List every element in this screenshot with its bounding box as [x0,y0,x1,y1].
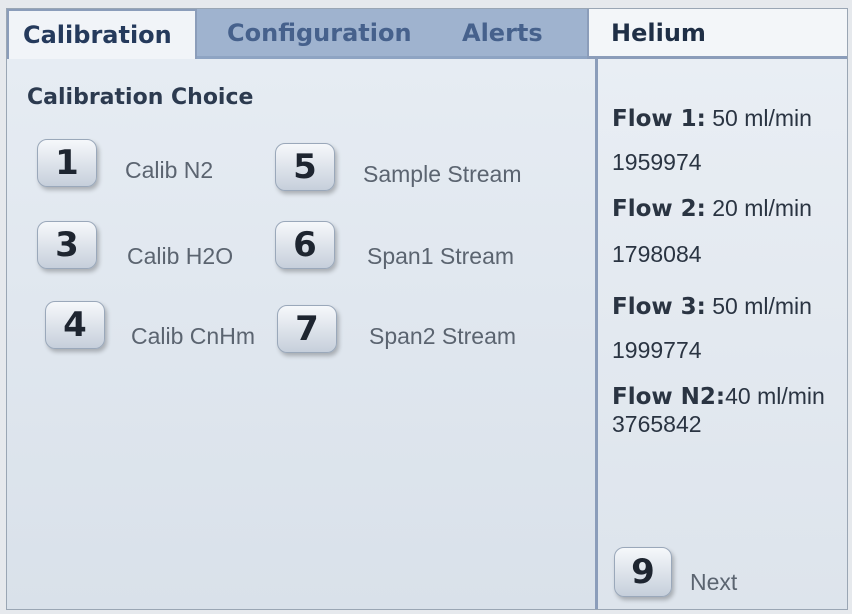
key-1-button[interactable]: 1 [37,139,97,187]
next-label: Next [690,569,738,595]
sample-stream-label: Sample Stream [363,161,522,187]
section-title: Calibration Choice [27,85,254,110]
calibration-choice-panel: Calibration Choice 1 Calib N2 3 Calib H2… [7,59,595,609]
tab-configuration[interactable]: Configuration [197,9,442,59]
calibration-screen: Calibration Configuration Alerts Helium … [6,8,848,610]
tab-alerts[interactable]: Alerts [442,9,587,59]
flow-3-name: Flow 3: [612,294,706,320]
carrier-gas-label: Helium [587,9,847,59]
span2-stream-label: Span2 Stream [369,323,517,349]
flow-n2-value: 3765842 [612,411,702,437]
key-6-button[interactable]: 6 [275,221,335,269]
flow-2-rate: 20 ml/min [705,195,812,221]
flow-1-name: Flow 1: [612,106,706,132]
flow-1-value: 1959974 [612,149,702,175]
flow-3-rate: 50 ml/min [705,293,812,319]
flow-1-heading: Flow 1: 50 ml/min [612,105,812,132]
tab-bar: Calibration Configuration Alerts Helium [7,9,847,59]
calib-h2o-label: Calib H2O [127,243,234,269]
flow-n2-heading: Flow N2:40 ml/min [612,383,825,410]
flow-2-value: 1798084 [612,241,702,267]
key-9-next-button[interactable]: 9 [614,547,672,597]
flow-1-rate: 50 ml/min [705,105,812,131]
flow-status-panel: Flow 1: 50 ml/min 1959974 Flow 2: 20 ml/… [595,59,847,609]
flow-n2-name: Flow N2: [612,384,726,410]
span1-stream-label: Span1 Stream [367,243,515,269]
tab-calibration[interactable]: Calibration [7,9,197,59]
key-4-button[interactable]: 4 [45,301,105,349]
flow-2-heading: Flow 2: 20 ml/min [612,195,812,222]
flow-n2-rate: 40 ml/min [725,383,825,409]
flow-3-value: 1999774 [612,337,702,363]
flow-2-name: Flow 2: [612,196,706,222]
key-7-button[interactable]: 7 [277,305,337,353]
calib-n2-label: Calib N2 [125,157,214,183]
calib-cnhm-label: Calib CnHm [131,323,255,349]
key-3-button[interactable]: 3 [37,221,97,269]
flow-3-heading: Flow 3: 50 ml/min [612,293,812,320]
key-5-button[interactable]: 5 [275,143,335,191]
